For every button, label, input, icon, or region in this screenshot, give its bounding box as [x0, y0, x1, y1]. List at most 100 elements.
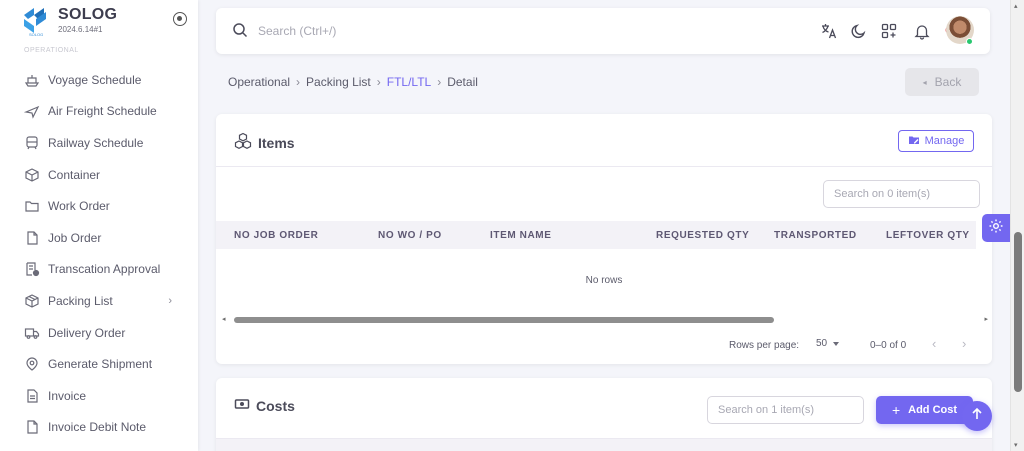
file-check-icon [24, 261, 40, 277]
sidebar-item-label: Air Freight Schedule [48, 104, 157, 119]
translate-icon[interactable] [819, 21, 839, 41]
package-icon [24, 293, 40, 309]
plane-icon [24, 103, 40, 120]
sidebar-item-label: Transcation Approval [48, 262, 161, 277]
rows-per-page-label: Rows per page: [729, 340, 800, 351]
online-status-badge [966, 38, 973, 45]
sidebar-item-label: Delivery Order [48, 325, 126, 340]
topbar [216, 8, 990, 54]
items-title: Items [234, 132, 295, 153]
add-cost-button[interactable]: + Add Cost [876, 396, 973, 424]
folder-edit-icon [908, 134, 920, 149]
scroll-down-icon[interactable]: ▾ [1014, 441, 1018, 449]
rows-per-page-select[interactable]: 50 [816, 338, 840, 349]
cash-icon [234, 396, 250, 415]
scroll-up-icon[interactable]: ▴ [1014, 2, 1018, 10]
brand[interactable]: SOLOG SOLOG 2024.6.14#1 [20, 5, 117, 37]
card-title-text: Items [258, 134, 295, 151]
scrollbar-thumb[interactable] [234, 317, 774, 323]
column-header[interactable]: NO JOB ORDER [234, 230, 318, 241]
invoice-icon [24, 388, 40, 404]
sidebar-item-work-order[interactable]: Work Order [0, 190, 198, 222]
sidebar-item-label: Container [48, 167, 101, 182]
sidebar-item-voyage-schedule[interactable]: Voyage Schedule [0, 64, 198, 96]
shipment-icon [24, 356, 40, 372]
radio-circle-icon[interactable] [173, 12, 187, 26]
sidebar-item-air-freight-schedule[interactable]: Air Freight Schedule [0, 96, 198, 128]
page-vertical-scrollbar[interactable]: ▴ ▾ [1010, 0, 1024, 451]
sidebar-item-generate-shipment[interactable]: Generate Shipment [0, 348, 198, 380]
sidebar-item-label: Railway Schedule [48, 135, 144, 150]
sidebar-item-label: Invoice Debit Note [48, 420, 147, 435]
chevron-right-icon[interactable]: › [962, 336, 966, 351]
truck-icon [24, 325, 40, 341]
column-header[interactable]: NO WO / PO [378, 230, 442, 241]
brand-name: SOLOG [58, 6, 118, 23]
items-card: Items Manage NO JOB ORDER NO WO / PO ITE… [216, 114, 992, 364]
sidebar-item-label: Work Order [48, 199, 110, 214]
sidebar-item-label: Generate Shipment [48, 357, 153, 372]
plus-icon: + [891, 402, 901, 418]
table-horizontal-scrollbar[interactable]: ◂ ▸ [222, 315, 988, 325]
back-button[interactable]: ◂ Back [905, 68, 979, 96]
scroll-left-icon[interactable]: ◂ [222, 315, 226, 323]
column-header[interactable]: TRANSPORTED [774, 230, 857, 241]
sidebar-item-invoice-debit-note[interactable]: Invoice Debit Note [0, 412, 198, 444]
breadcrumb-item[interactable]: Packing List [306, 75, 371, 89]
scrollbar-thumb[interactable] [1014, 232, 1022, 392]
sidebar-item-invoice[interactable]: Invoice [0, 380, 198, 412]
table-header [216, 439, 992, 451]
costs-search-input[interactable] [707, 396, 864, 424]
breadcrumb-item[interactable]: Operational [228, 75, 290, 89]
sidebar-item-label: Invoice [48, 388, 87, 403]
caret-down-icon [833, 341, 840, 346]
file-icon [24, 230, 40, 246]
ship-icon [24, 72, 40, 88]
chevron-left-icon[interactable]: ‹ [932, 336, 936, 351]
manage-button-label: Manage [924, 135, 965, 147]
sidebar-item-container[interactable]: Container [0, 159, 198, 191]
card-title-text: Costs [256, 397, 295, 414]
sidebar-item-transaction-approval[interactable]: Transcation Approval [0, 254, 198, 286]
empty-state: No rows [585, 275, 623, 286]
breadcrumb-separator: › [376, 75, 381, 89]
sidebar-section-label: OPERATIONAL [24, 47, 79, 54]
column-header[interactable]: REQUESTED QTY [656, 230, 749, 241]
sidebar-item-job-order[interactable]: Job Order [0, 222, 198, 254]
moon-icon[interactable] [849, 21, 869, 41]
items-search-input[interactable] [823, 180, 980, 208]
add-cost-label: Add Cost [908, 404, 958, 416]
back-button-label: Back [934, 75, 962, 89]
sidebar: SOLOG SOLOG 2024.6.14#1 OPERATIONAL Voya… [0, 0, 198, 451]
column-header[interactable]: LEFTOVER QTY [886, 230, 970, 241]
cubes-icon [234, 132, 252, 153]
gear-icon [988, 218, 1004, 239]
chevron-right-icon: › [168, 295, 172, 308]
manage-button[interactable]: Manage [898, 130, 974, 152]
sidebar-nav: Voyage Schedule Air Freight Schedule Rai… [0, 64, 198, 443]
solog-logo-icon: SOLOG [20, 5, 52, 37]
sidebar-item-railway-schedule[interactable]: Railway Schedule [0, 127, 198, 159]
sidebar-item-delivery-order[interactable]: Delivery Order [0, 317, 198, 349]
column-header[interactable]: ITEM NAME [490, 230, 552, 241]
scroll-right-icon[interactable]: ▸ [984, 315, 988, 323]
search-input[interactable] [258, 20, 558, 42]
apps-add-icon[interactable] [879, 21, 899, 41]
customizer-toggle-button[interactable] [982, 214, 1010, 242]
divider [216, 166, 992, 167]
search-icon[interactable] [232, 22, 248, 43]
svg-text:SOLOG: SOLOG [29, 32, 43, 37]
chevron-left-icon: ◂ [922, 77, 927, 87]
pagination-range: 0–0 of 0 [870, 340, 907, 351]
breadcrumb-item-current: Detail [447, 75, 478, 89]
breadcrumb-separator: › [296, 75, 301, 89]
bell-icon[interactable] [912, 21, 932, 41]
scroll-to-top-button[interactable] [962, 401, 992, 431]
breadcrumb-item-active[interactable]: FTL/LTL [387, 75, 431, 89]
sidebar-item-packing-list[interactable]: Packing List › [0, 285, 198, 317]
arrow-up-icon [970, 407, 984, 426]
sidebar-item-label: Packing List [48, 293, 113, 308]
costs-card: Costs + Add Cost [216, 378, 992, 451]
sidebar-item-label: Voyage Schedule [48, 72, 142, 87]
train-icon [24, 135, 40, 151]
